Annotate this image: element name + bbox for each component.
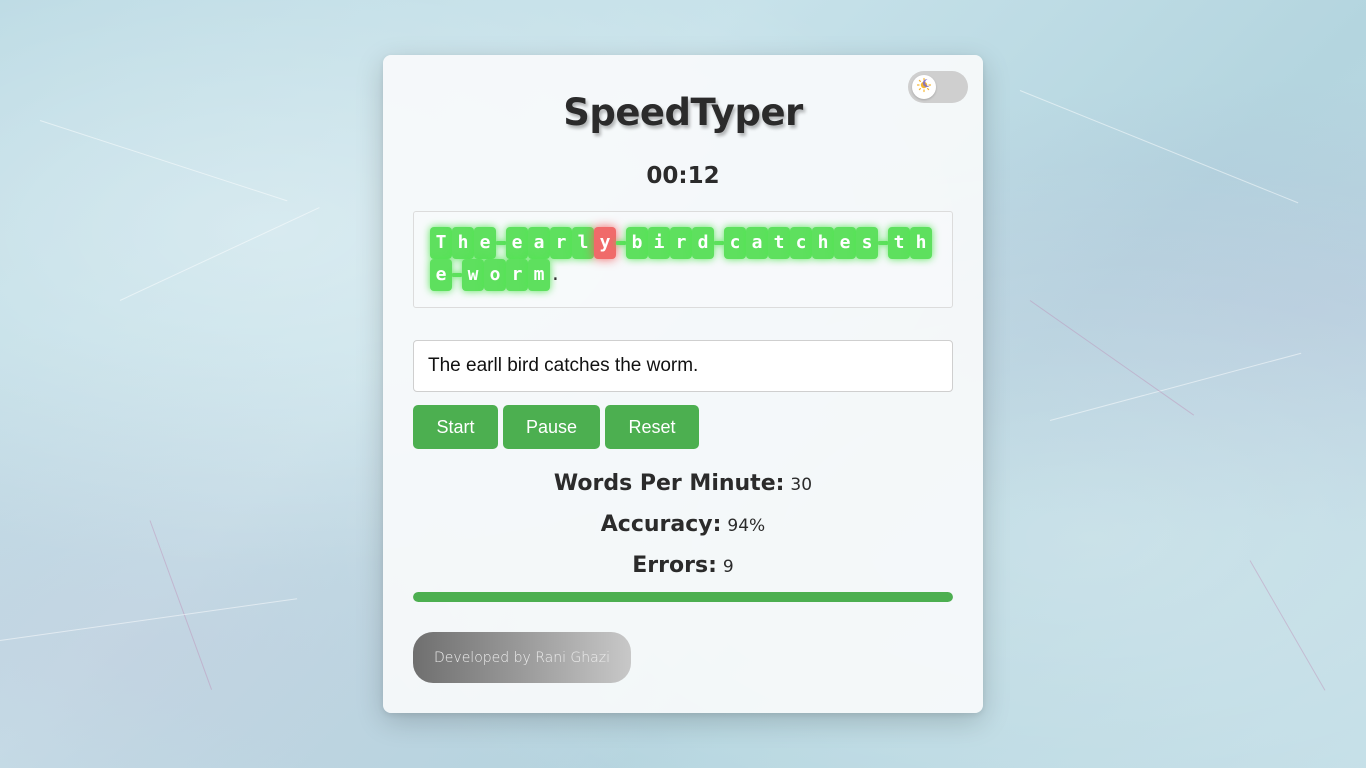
- prompt-text-box: Theearlybirdcatchestheworm.: [413, 211, 953, 308]
- typing-card: SpeedTyper 00:12 Theearlybirdcatchesthew…: [383, 55, 983, 713]
- prompt-char: w: [462, 259, 484, 291]
- control-buttons: Start Pause Reset: [413, 405, 699, 449]
- accuracy-label: Accuracy:: [600, 512, 722, 537]
- errors-value: 9: [722, 557, 734, 577]
- prompt-char: m: [528, 259, 550, 291]
- prompt-char: e: [430, 259, 452, 291]
- prompt-space: [616, 241, 626, 245]
- errors-label: Errors:: [632, 553, 717, 578]
- prompt-space: [714, 241, 724, 245]
- wpm-value: 30: [790, 475, 813, 495]
- prompt-char: d: [692, 227, 714, 259]
- wpm-stat: Words Per Minute: 30: [383, 471, 983, 496]
- prompt-char: t: [888, 227, 910, 259]
- accuracy-stat: Accuracy: 94%: [383, 512, 983, 537]
- prompt-char: e: [474, 227, 496, 259]
- prompt-char: c: [724, 227, 746, 259]
- prompt-space: [878, 241, 888, 245]
- prompt-char: h: [910, 227, 932, 259]
- developer-credit[interactable]: Developed by Rani Ghazi: [413, 632, 631, 683]
- progress-fill: [413, 592, 953, 602]
- prompt-char: e: [834, 227, 856, 259]
- prompt-char: c: [790, 227, 812, 259]
- prompt-char: s: [856, 227, 878, 259]
- start-button[interactable]: Start: [413, 405, 498, 449]
- app-title: SpeedTyper: [563, 91, 803, 134]
- prompt-char: i: [648, 227, 670, 259]
- prompt-char: .: [550, 264, 561, 285]
- timer: 00:12: [646, 163, 720, 189]
- prompt-char: h: [452, 227, 474, 259]
- prompt-char: a: [746, 227, 768, 259]
- prompt-space: [452, 273, 462, 277]
- pause-button[interactable]: Pause: [503, 405, 600, 449]
- wpm-label: Words Per Minute:: [553, 471, 785, 496]
- prompt-char: a: [528, 227, 550, 259]
- errors-stat: Errors: 9: [383, 553, 983, 578]
- prompt-characters: Theearlybirdcatchestheworm.: [430, 227, 936, 291]
- prompt-char: e: [506, 227, 528, 259]
- prompt-char: r: [506, 259, 528, 291]
- prompt-space: [496, 241, 506, 245]
- prompt-char: r: [670, 227, 692, 259]
- prompt-char: t: [768, 227, 790, 259]
- typing-input[interactable]: [413, 340, 953, 392]
- prompt-char: y: [594, 227, 616, 259]
- prompt-char: h: [812, 227, 834, 259]
- accuracy-value: 94%: [727, 516, 766, 536]
- prompt-char: l: [572, 227, 594, 259]
- prompt-char: r: [550, 227, 572, 259]
- prompt-char: T: [430, 227, 452, 259]
- progress-bar: [413, 592, 953, 602]
- prompt-char: b: [626, 227, 648, 259]
- prompt-char: o: [484, 259, 506, 291]
- reset-button[interactable]: Reset: [605, 405, 699, 449]
